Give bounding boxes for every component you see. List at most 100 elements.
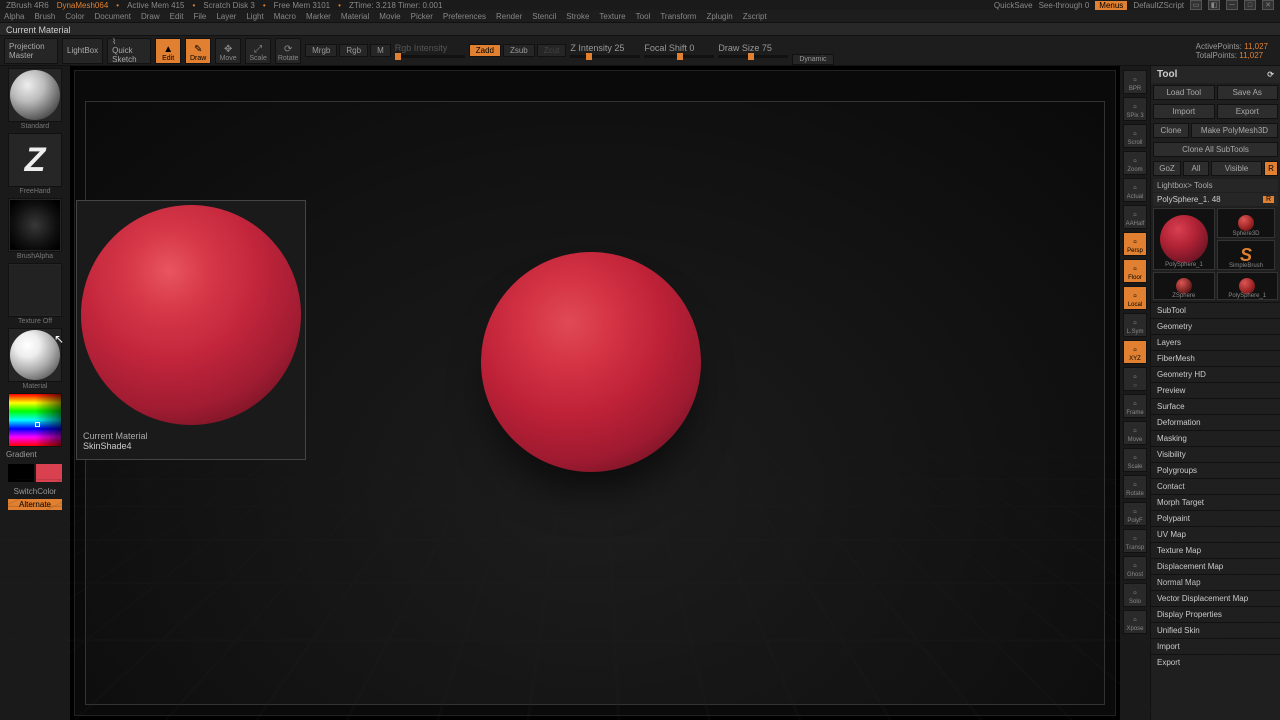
- quicksketch-button[interactable]: ⌇Quick Sketch: [107, 38, 151, 64]
- default-script[interactable]: DefaultZScript: [1133, 1, 1184, 10]
- mrgb-button[interactable]: Mrgb: [305, 44, 337, 57]
- shelf-persp[interactable]: ▫Persp: [1123, 232, 1147, 256]
- clone-all-subtools-button[interactable]: Clone All SubTools: [1153, 142, 1278, 157]
- lightbox-button[interactable]: LightBox: [62, 38, 103, 64]
- section-polygroups[interactable]: Polygroups: [1151, 462, 1280, 478]
- tool-thumb-zsphere[interactable]: ZSphere: [1153, 272, 1215, 300]
- rgb-button[interactable]: Rgb: [339, 44, 368, 57]
- goz-visible-button[interactable]: Visible: [1211, 161, 1262, 176]
- menu-edit[interactable]: Edit: [170, 12, 184, 21]
- draw-size-slider[interactable]: Draw Size 75: [718, 38, 788, 64]
- menu-macro[interactable]: Macro: [274, 12, 296, 21]
- scale-mode-button[interactable]: ⤢Scale: [245, 38, 271, 64]
- section-deformation[interactable]: Deformation: [1151, 414, 1280, 430]
- menu-material[interactable]: Material: [341, 12, 369, 21]
- z-intensity-slider[interactable]: Z Intensity 25: [570, 38, 640, 64]
- window-icon-2[interactable]: ◧: [1208, 0, 1220, 10]
- projection-master-button[interactable]: Projection Master: [4, 38, 58, 64]
- tool-name-field[interactable]: PolySphere_1. 48R: [1153, 193, 1278, 206]
- shelf-local[interactable]: ▫Local: [1123, 286, 1147, 310]
- zcut-button[interactable]: Zcut: [537, 44, 567, 57]
- draw-mode-button[interactable]: ✎Draw: [185, 38, 211, 64]
- zsub-button[interactable]: Zsub: [503, 44, 535, 57]
- load-tool-button[interactable]: Load Tool: [1153, 85, 1215, 100]
- material-slot[interactable]: Material: [8, 328, 62, 382]
- brush-slot[interactable]: Standard: [8, 68, 62, 122]
- menu-movie[interactable]: Movie: [379, 12, 400, 21]
- rotate-mode-button[interactable]: ⟳Rotate: [275, 38, 301, 64]
- menu-zplugin[interactable]: Zplugin: [706, 12, 732, 21]
- section-masking[interactable]: Masking: [1151, 430, 1280, 446]
- menu-marker[interactable]: Marker: [306, 12, 331, 21]
- menu-render[interactable]: Render: [496, 12, 522, 21]
- polysphere-model[interactable]: [481, 252, 701, 472]
- clone-button[interactable]: Clone: [1153, 123, 1189, 138]
- alpha-slot[interactable]: BrushAlpha: [8, 198, 62, 252]
- stroke-slot[interactable]: Z FreeHand: [8, 133, 62, 187]
- menu-file[interactable]: File: [193, 12, 206, 21]
- zadd-button[interactable]: Zadd: [469, 44, 501, 57]
- shelf-actual[interactable]: ▫Actual: [1123, 178, 1147, 202]
- shelf-aahalf[interactable]: ▫AAHalf: [1123, 205, 1147, 229]
- section-layers[interactable]: Layers: [1151, 334, 1280, 350]
- shelf-[interactable]: ▫○: [1123, 367, 1147, 391]
- menus-toggle[interactable]: Menus: [1095, 1, 1127, 10]
- menu-brush[interactable]: Brush: [34, 12, 55, 21]
- menu-preferences[interactable]: Preferences: [443, 12, 486, 21]
- tool-r-badge[interactable]: R: [1263, 196, 1274, 203]
- dynamic-toggle[interactable]: Dynamic: [792, 54, 833, 65]
- menu-stroke[interactable]: Stroke: [566, 12, 589, 21]
- menu-document[interactable]: Document: [95, 12, 131, 21]
- collapse-icon[interactable]: ⟳: [1267, 70, 1274, 79]
- focal-shift-slider[interactable]: Focal Shift 0: [644, 38, 714, 64]
- texture-slot[interactable]: Texture Off: [8, 263, 62, 317]
- menu-picker[interactable]: Picker: [411, 12, 433, 21]
- close-button[interactable]: ✕: [1262, 0, 1274, 10]
- color-picker[interactable]: [8, 393, 62, 447]
- rgb-intensity-slider[interactable]: Rgb Intensity: [395, 38, 465, 64]
- tool-thumb-polysphere[interactable]: PolySphere_1: [1217, 272, 1279, 300]
- menu-texture[interactable]: Texture: [599, 12, 625, 21]
- shelf-xyz[interactable]: ▫XYZ: [1123, 340, 1147, 364]
- section-preview[interactable]: Preview: [1151, 382, 1280, 398]
- m-button[interactable]: M: [370, 44, 391, 57]
- shelf-scroll[interactable]: ▫Scroll: [1123, 124, 1147, 148]
- menu-layer[interactable]: Layer: [216, 12, 236, 21]
- menu-transform[interactable]: Transform: [660, 12, 696, 21]
- shelf-frame[interactable]: ▫Frame: [1123, 394, 1147, 418]
- quicksave-button[interactable]: QuickSave: [994, 1, 1033, 10]
- shelf-move[interactable]: ▫Move: [1123, 421, 1147, 445]
- goz-all-button[interactable]: All: [1183, 161, 1209, 176]
- shelf-spix3[interactable]: ▫SPix 3: [1123, 97, 1147, 121]
- maximize-button[interactable]: □: [1244, 0, 1256, 10]
- shelf-floor[interactable]: ▫Floor: [1123, 259, 1147, 283]
- tool-thumb-simplebrush[interactable]: S SimpleBrush: [1217, 240, 1275, 270]
- section-visibility[interactable]: Visibility: [1151, 446, 1280, 462]
- save-as-button[interactable]: Save As: [1217, 85, 1279, 100]
- goz-r-button[interactable]: R: [1264, 161, 1278, 176]
- shelf-lsym[interactable]: ▫L.Sym: [1123, 313, 1147, 337]
- section-subtool[interactable]: SubTool: [1151, 302, 1280, 318]
- gradient-label[interactable]: Gradient: [2, 449, 68, 460]
- menu-stencil[interactable]: Stencil: [532, 12, 556, 21]
- menu-color[interactable]: Color: [65, 12, 84, 21]
- menu-alpha[interactable]: Alpha: [4, 12, 24, 21]
- goz-button[interactable]: GoZ: [1153, 161, 1181, 176]
- tool-thumb-sphere3d[interactable]: Sphere3D: [1217, 208, 1275, 238]
- seethrough-slider[interactable]: See-through 0: [1039, 1, 1090, 10]
- section-geometry[interactable]: Geometry: [1151, 318, 1280, 334]
- section-fibermesh[interactable]: FiberMesh: [1151, 350, 1280, 366]
- window-icon-1[interactable]: ▭: [1190, 0, 1202, 10]
- active-tool-thumb[interactable]: PolySphere_1: [1153, 208, 1215, 270]
- import-button[interactable]: Import: [1153, 104, 1215, 119]
- export-button[interactable]: Export: [1217, 104, 1279, 119]
- section-geometry-hd[interactable]: Geometry HD: [1151, 366, 1280, 382]
- tool-panel-header[interactable]: Tool⟳: [1151, 66, 1280, 83]
- section-surface[interactable]: Surface: [1151, 398, 1280, 414]
- menu-tool[interactable]: Tool: [636, 12, 651, 21]
- lightbox-tools-link[interactable]: Lightbox> Tools: [1153, 179, 1278, 192]
- menu-draw[interactable]: Draw: [141, 12, 160, 21]
- menu-zscript[interactable]: Zscript: [743, 12, 767, 21]
- make-polymesh-button[interactable]: Make PolyMesh3D: [1191, 123, 1278, 138]
- menu-light[interactable]: Light: [246, 12, 263, 21]
